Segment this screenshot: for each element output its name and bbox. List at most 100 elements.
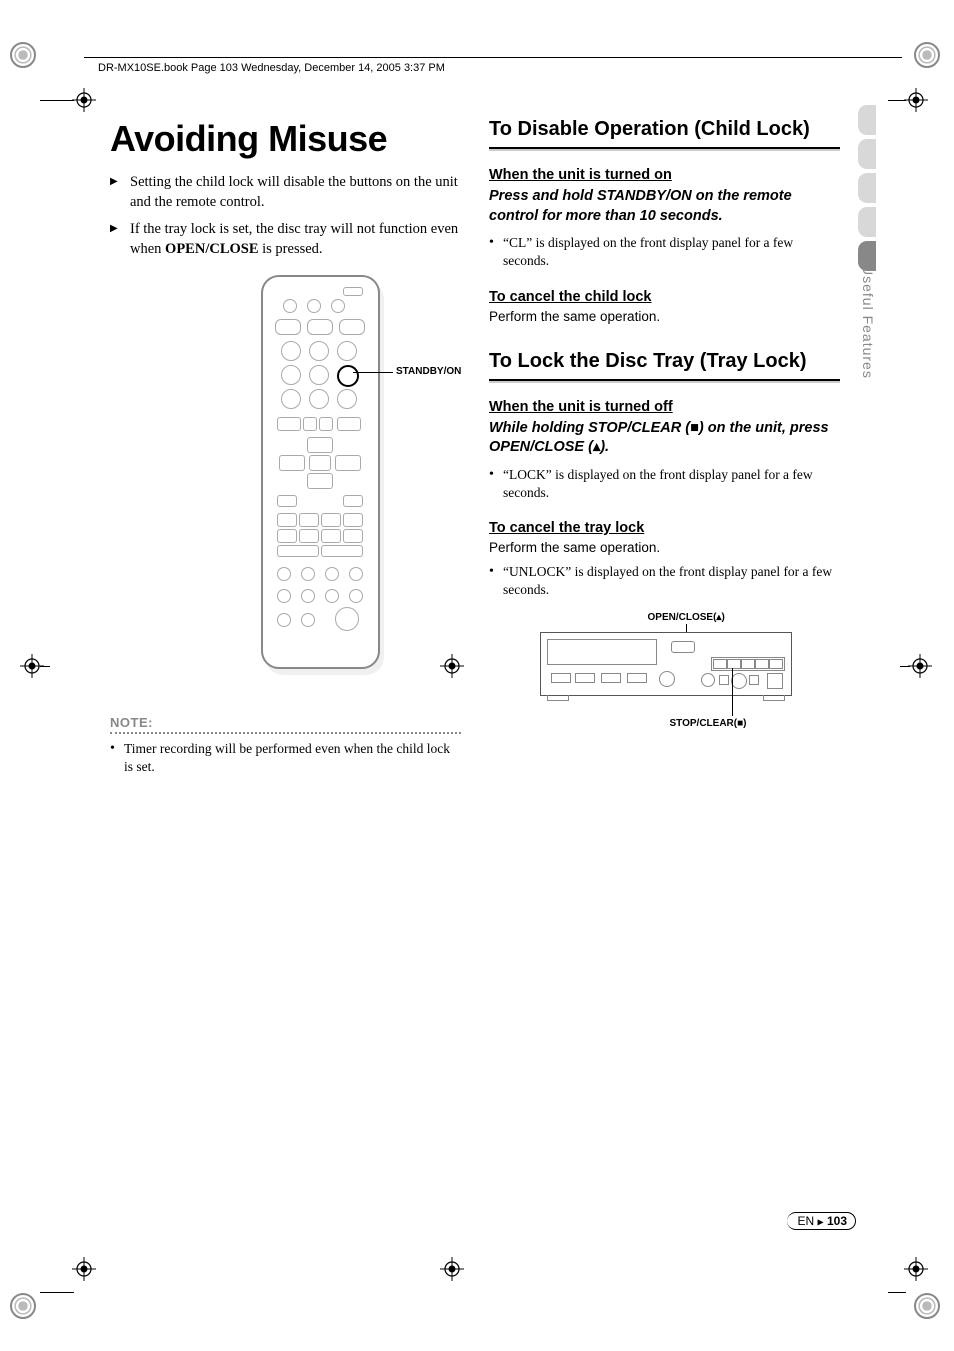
page-title: Avoiding Misuse: [110, 118, 461, 160]
corner-ornament: [10, 42, 36, 68]
remote-button: [277, 613, 291, 627]
footer-lang: EN: [797, 1214, 814, 1228]
stop-clear-button-icon: [727, 659, 741, 669]
intro-bullet: Setting the child lock will disable the …: [110, 172, 461, 213]
remote-button: [343, 287, 363, 296]
remote-button: [277, 513, 297, 527]
remote-button: [349, 589, 363, 603]
remote-button: [277, 589, 291, 603]
crop-tick: [900, 666, 910, 667]
info-item: “CL” is displayed on the front display p…: [489, 234, 840, 270]
corner-ornament: [10, 1293, 36, 1319]
remote-button: [303, 417, 317, 431]
panel-button-icon: [769, 659, 783, 669]
note-heading: NOTE:: [110, 715, 461, 730]
triangle-icon: ▶: [817, 1217, 823, 1226]
remote-button: [281, 389, 301, 409]
panel-detail: [627, 673, 647, 683]
right-column: To Disable Operation (Child Lock) When t…: [489, 118, 840, 787]
header-rule: [84, 57, 902, 58]
remote-button: [337, 341, 357, 361]
left-column: Avoiding Misuse Setting the child lock w…: [110, 118, 461, 787]
subheading: When the unit is turned on: [489, 167, 840, 183]
section-tab: [858, 173, 876, 203]
registration-mark-icon: [72, 1257, 96, 1281]
section-tabs: [858, 105, 876, 271]
section-tab: [858, 105, 876, 135]
instruction-text: Press and hold STANDBY/ON on the remote …: [489, 187, 840, 226]
remote-button: [301, 567, 315, 581]
disc-tray-icon: [547, 639, 657, 665]
remote-button: [301, 589, 315, 603]
registration-mark-icon: [904, 88, 928, 112]
remote-button: [309, 341, 329, 361]
note-item: Timer recording will be performed even w…: [110, 740, 461, 776]
stop-clear-label: STOP/CLEAR(■): [670, 718, 747, 729]
registration-mark-icon: [904, 1257, 928, 1281]
unit-illustration: OPEN/CLOSE(▴): [540, 612, 790, 742]
info-list: “UNLOCK” is displayed on the front displ…: [489, 563, 840, 599]
unit-outline: [540, 632, 792, 696]
open-close-label: OPEN/CLOSE(▴): [648, 612, 725, 623]
remote-button: [277, 545, 319, 557]
section-tab: [858, 139, 876, 169]
remote-button: [331, 299, 345, 313]
panel-detail: [767, 673, 783, 689]
instr-part: While holding STOP/CLEAR (: [489, 420, 690, 436]
manual-page: DR-MX10SE.book Page 103 Wednesday, Decem…: [0, 0, 954, 1351]
subheading: When the unit is turned off: [489, 399, 840, 415]
remote-button: [335, 607, 359, 631]
subheading: To cancel the tray lock: [489, 520, 840, 536]
crop-tick: [40, 100, 74, 101]
remote-button: [349, 567, 363, 581]
standby-on-label: STANDBY/ON: [396, 366, 461, 377]
subheading: To cancel the child lock: [489, 289, 840, 305]
remote-button: [299, 529, 319, 543]
remote-button: [319, 417, 333, 431]
intro-bullet-tail: is pressed.: [259, 241, 323, 257]
open-close-button-icon: [671, 641, 695, 653]
remote-button: [299, 513, 319, 527]
remote-button: [301, 613, 315, 627]
remote-button: [335, 455, 361, 471]
info-item: “UNLOCK” is displayed on the front displ…: [489, 563, 840, 599]
remote-button: [307, 319, 333, 335]
remote-button: [337, 389, 357, 409]
section-heading-child-lock: To Disable Operation (Child Lock): [489, 118, 840, 149]
panel-button-icon: [755, 659, 769, 669]
panel-detail: [749, 675, 759, 685]
remote-button: [337, 417, 361, 431]
footer-page-number: 103: [827, 1214, 847, 1228]
remote-button: [325, 589, 339, 603]
panel-detail: [719, 675, 729, 685]
info-list: “LOCK” is displayed on the front display…: [489, 466, 840, 502]
unit-foot-icon: [763, 695, 785, 701]
note-list: Timer recording will be performed even w…: [110, 740, 461, 776]
panel-button-icon: [741, 659, 755, 669]
remote-button: [307, 437, 333, 453]
label-part: OPEN/CLOSE(: [648, 612, 717, 623]
corner-ornament: [914, 42, 940, 68]
panel-knob-icon: [731, 673, 747, 689]
body-text: Perform the same operation.: [489, 540, 840, 555]
stop-icon: ■: [690, 420, 699, 436]
remote-outline: [261, 275, 380, 669]
panel-detail: [575, 673, 595, 683]
remote-button: [309, 365, 329, 385]
corner-ornament: [914, 1293, 940, 1319]
registration-mark-icon: [440, 1257, 464, 1281]
remote-button: [339, 319, 365, 335]
remote-button: [309, 455, 331, 471]
remote-button: [325, 567, 339, 581]
body-text: Perform the same operation.: [489, 309, 840, 324]
remote-button: [277, 495, 297, 507]
panel-button-icon: [713, 659, 727, 669]
panel-knob-icon: [659, 671, 675, 687]
remote-button: [283, 299, 297, 313]
remote-button: [321, 545, 363, 557]
registration-mark-icon: [72, 88, 96, 112]
label-part: ): [743, 718, 746, 729]
remote-button: [321, 513, 341, 527]
remote-button: [277, 529, 297, 543]
remote-button: [275, 319, 301, 335]
